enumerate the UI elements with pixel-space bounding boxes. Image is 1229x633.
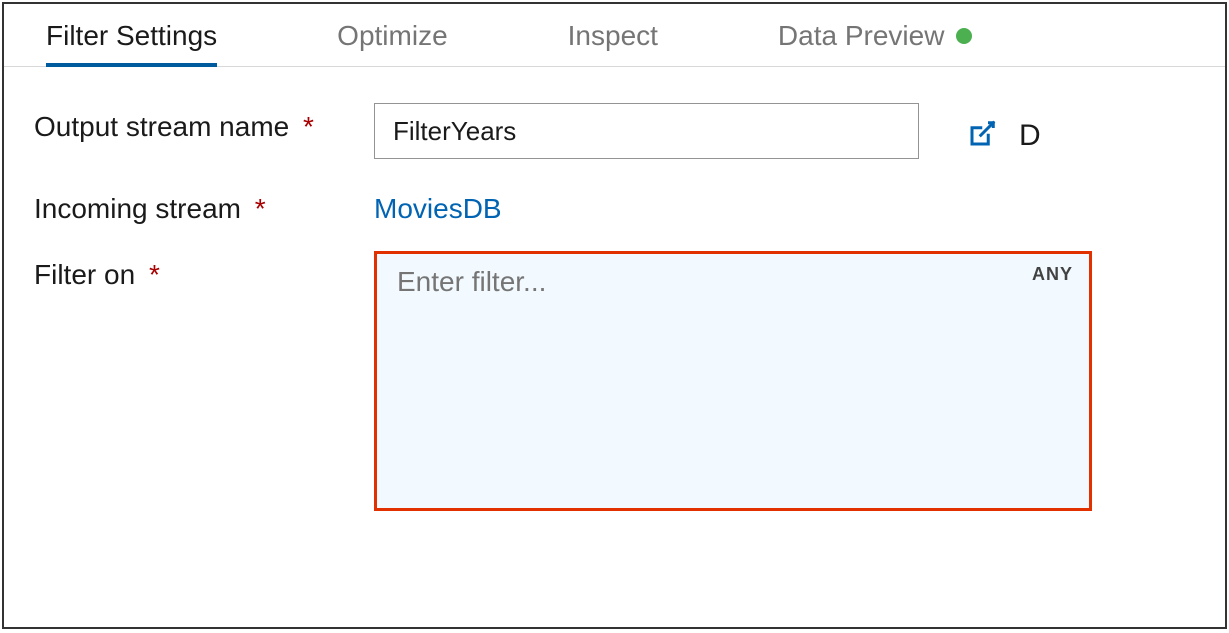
required-mark: * <box>149 259 160 290</box>
label-text: Output stream name <box>34 111 289 142</box>
tab-bar: Filter Settings Optimize Inspect Data Pr… <box>4 4 1225 67</box>
label-text: Incoming stream <box>34 193 241 224</box>
tab-label: Data Preview <box>778 20 945 52</box>
required-mark: * <box>303 111 314 142</box>
tab-label: Filter Settings <box>46 20 217 52</box>
tab-filter-settings[interactable]: Filter Settings <box>46 4 217 66</box>
row-output-stream: Output stream name * D <box>34 103 1205 159</box>
tab-inspect[interactable]: Inspect <box>568 4 658 66</box>
output-stream-input[interactable] <box>374 103 919 159</box>
label-output-stream: Output stream name * <box>34 103 374 143</box>
truncated-label: D <box>1019 119 1041 153</box>
open-external-icon[interactable] <box>967 119 997 154</box>
row-incoming-stream: Incoming stream * MoviesDB <box>34 185 1205 225</box>
label-filter-on: Filter on * <box>34 251 374 291</box>
tab-label: Inspect <box>568 20 658 52</box>
tab-label: Optimize <box>337 20 447 52</box>
label-text: Filter on <box>34 259 135 290</box>
tab-optimize[interactable]: Optimize <box>337 4 447 66</box>
filter-placeholder: Enter filter... <box>397 266 546 297</box>
required-mark: * <box>255 193 266 224</box>
status-dot-icon <box>956 28 972 44</box>
filter-expression-input[interactable]: Enter filter... ANY <box>374 251 1092 511</box>
filter-type-tag: ANY <box>1032 264 1073 285</box>
form-area: Output stream name * D <box>4 67 1225 557</box>
label-incoming-stream: Incoming stream * <box>34 185 374 225</box>
panel-container: Filter Settings Optimize Inspect Data Pr… <box>2 2 1227 629</box>
tab-data-preview[interactable]: Data Preview <box>778 4 973 66</box>
incoming-stream-link[interactable]: MoviesDB <box>374 185 502 225</box>
row-filter-on: Filter on * Enter filter... ANY <box>34 251 1205 511</box>
